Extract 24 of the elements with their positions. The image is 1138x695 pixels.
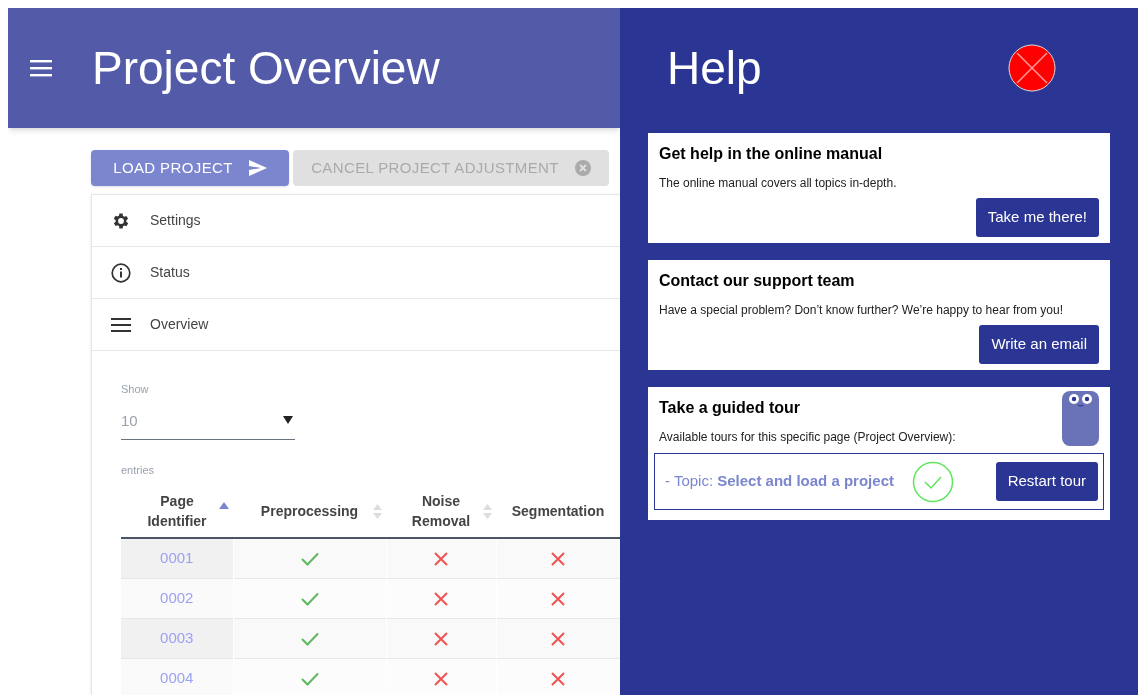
field-label: entries [121,462,156,478]
help-button[interactable]: Take me there! [975,198,1099,237]
column-header[interactable]: Page Identifier [121,486,233,538]
help-button[interactable]: Write an email [979,325,1099,364]
cancel-icon [574,160,591,176]
tour-topic: - Topic: Select and load a project [665,471,894,492]
info-icon [111,262,131,283]
mascot-icon [1062,391,1099,446]
column-header[interactable]: Noise Removal [386,486,496,538]
card-text: Have a special problem? Don’t know further? We’re happy to hear from you! [659,302,1064,319]
card-title: Get help in the online manual [659,144,884,164]
field-label: Show [121,382,150,397]
card-text: Available tours for this specific page (Project Overview): [658,429,957,446]
card-title: Contact our support team [659,271,856,291]
card-text: The online manual covers all topics in-depth. [659,175,898,192]
column-header[interactable]: Preprocessing [233,486,386,538]
card-title: Take a guided tour [658,398,802,418]
send-icon [248,160,267,176]
help-button[interactable]: Restart tour [995,462,1098,501]
menu-icon[interactable] [30,59,52,77]
close-icon[interactable] [1008,44,1056,92]
list-icon [111,317,131,332]
column-header[interactable]: Segmentation [496,486,620,538]
dropdown-icon [283,415,293,424]
